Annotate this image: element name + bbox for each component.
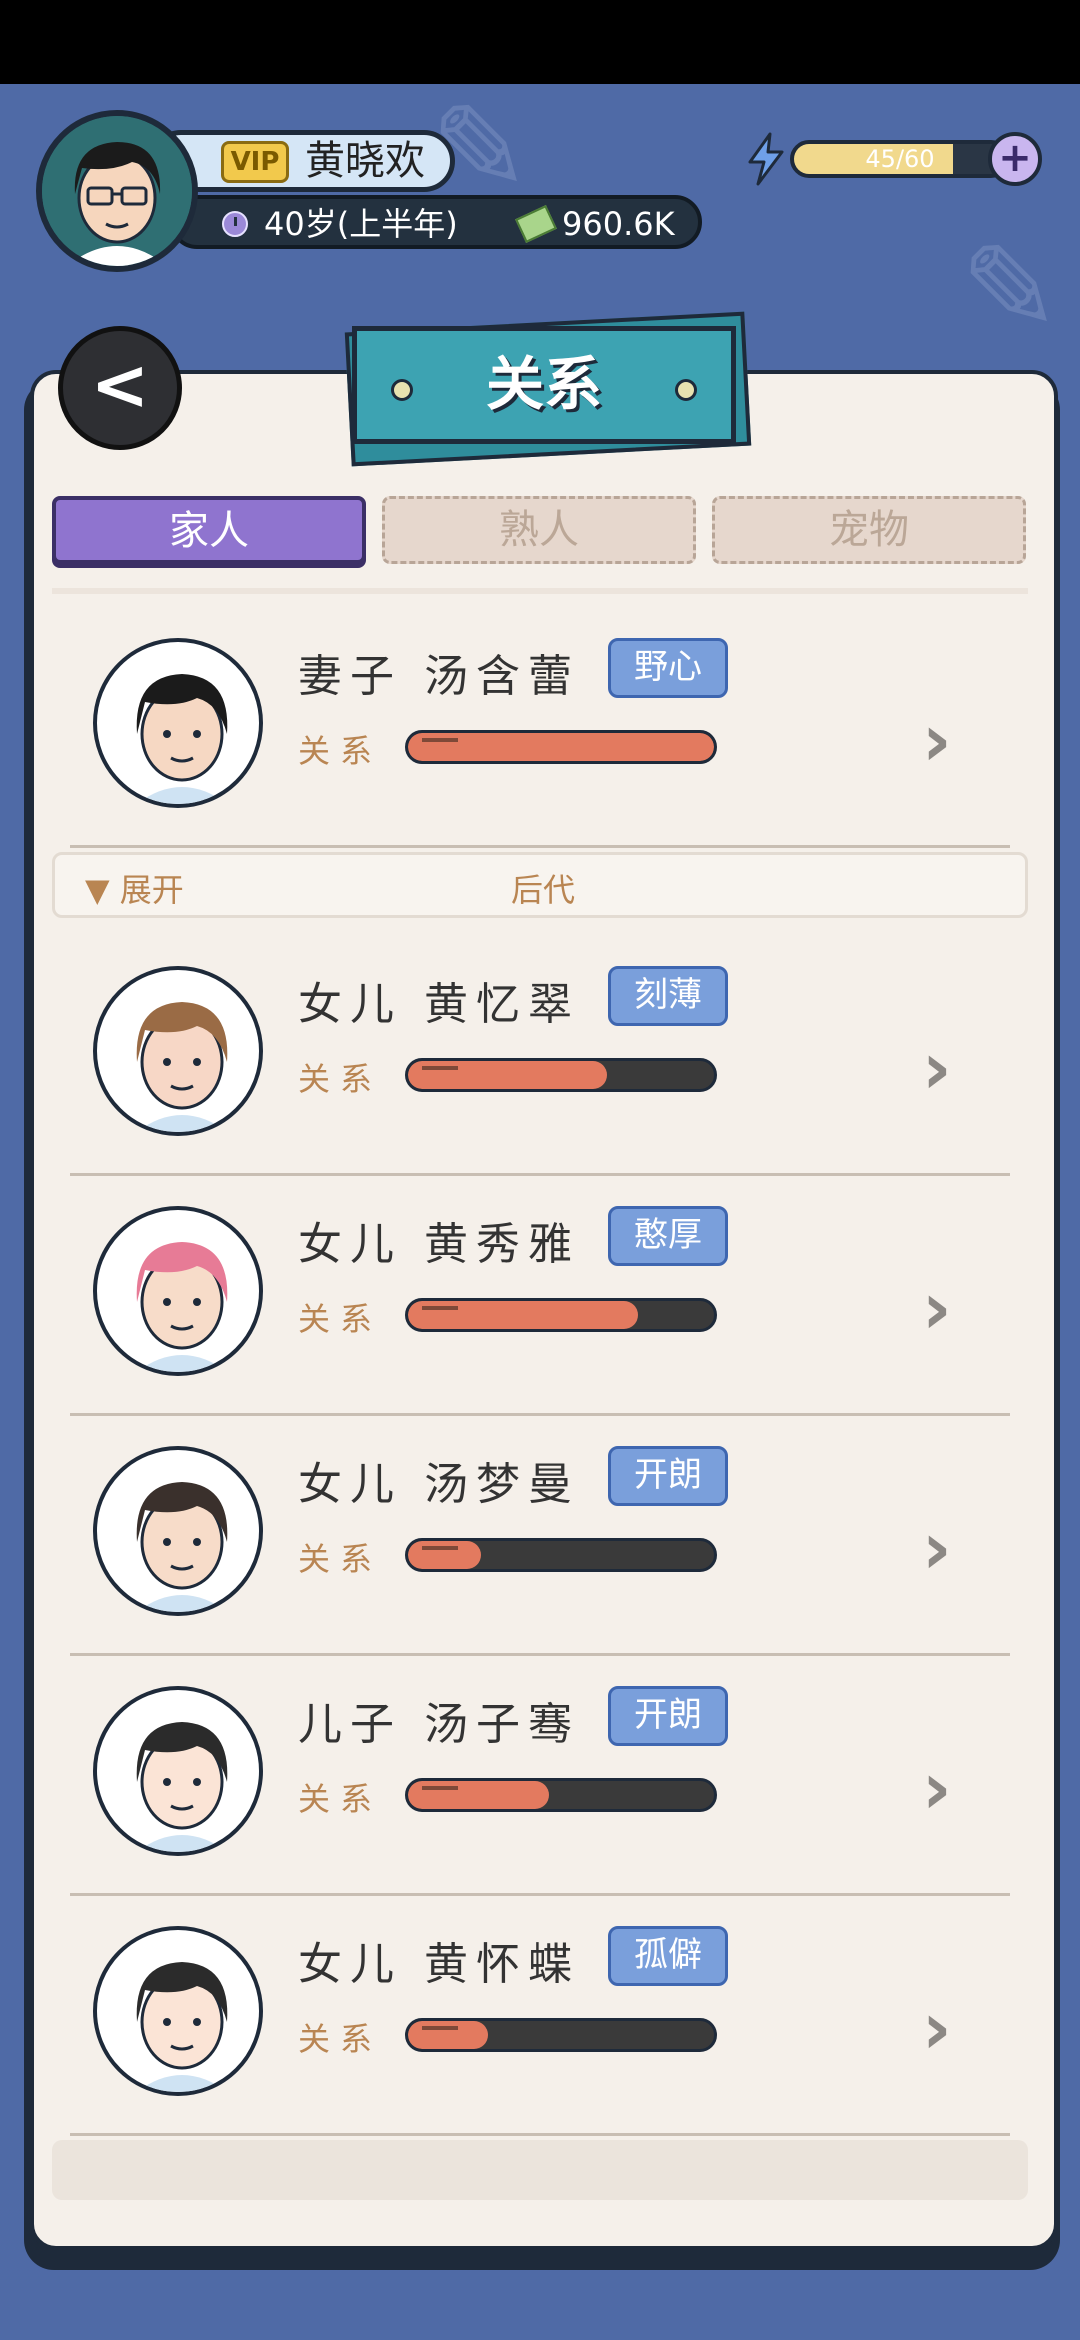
member-role: 儿子 — [298, 1699, 402, 1750]
relation-label: 关系 — [298, 1780, 383, 1818]
expand-descendants-bar[interactable]: ▼ 展开 后代 — [52, 852, 1028, 918]
player-avatar[interactable] — [36, 110, 198, 272]
relation-label: 关系 — [298, 732, 383, 770]
player-money: 960.6K — [562, 205, 675, 243]
relation-bar — [405, 1778, 717, 1812]
member-role: 女儿 — [298, 979, 402, 1030]
tab-family[interactable]: 家人 — [52, 496, 366, 564]
player-info-pill: 40岁(上半年) 960.6K — [170, 195, 702, 249]
member-avatar[interactable] — [93, 1686, 263, 1856]
page-title-text: 关系 — [485, 350, 602, 418]
relation-label: 关系 — [298, 1060, 383, 1098]
relation-bar — [405, 730, 717, 764]
chevron-right-icon[interactable]: › — [922, 1266, 952, 1350]
relation-gloss — [422, 1786, 458, 1790]
chevron-right-icon[interactable]: › — [922, 1746, 952, 1830]
relation-gloss — [422, 1306, 458, 1310]
member-name: 汤含蕾 — [424, 651, 580, 702]
member-avatar[interactable] — [93, 1206, 263, 1376]
page-title: 关系 — [352, 326, 736, 444]
tab-bar: 家人 熟人 宠物 — [52, 496, 1034, 566]
player-age: 40岁(上半年) — [264, 205, 458, 243]
relation-label: 关系 — [298, 2020, 383, 2058]
row-divider — [70, 2133, 1010, 2136]
list-item[interactable]: 女儿 黄秀雅 憨厚 关系 › — [0, 1176, 1080, 1416]
tab-acquaintances[interactable]: 熟人 — [382, 496, 696, 564]
trait-badge: 孤僻 — [608, 1926, 728, 1986]
member-title: 儿子 汤子骞 — [298, 1688, 580, 1752]
member-title: 女儿 黄秀雅 — [298, 1208, 580, 1272]
member-role: 女儿 — [298, 1459, 402, 1510]
player-name: 黄晓欢 — [305, 138, 425, 184]
trait-badge: 开朗 — [608, 1686, 728, 1746]
list-item[interactable]: 女儿 黄怀蝶 孤僻 关系 › — [0, 1896, 1080, 2136]
energy-text: 45/60 — [865, 145, 935, 173]
member-avatar[interactable] — [93, 1926, 263, 2096]
money-icon — [515, 205, 557, 243]
member-role: 女儿 — [298, 1939, 402, 1990]
status-bar — [0, 0, 1080, 84]
relation-gloss — [422, 738, 458, 742]
member-avatar[interactable] — [93, 966, 263, 1136]
pin-icon — [675, 379, 697, 401]
member-avatar[interactable] — [93, 638, 263, 808]
back-button[interactable]: < — [58, 326, 182, 450]
relation-label: 关系 — [298, 1540, 383, 1578]
relation-bar — [405, 2018, 717, 2052]
clock-icon — [222, 211, 248, 237]
member-name: 黄忆翠 — [424, 979, 580, 1030]
add-energy-button[interactable]: + — [988, 132, 1042, 186]
member-role: 妻子 — [298, 651, 402, 702]
trait-badge: 开朗 — [608, 1446, 728, 1506]
energy-bolt-icon — [748, 132, 784, 186]
chevron-right-icon[interactable]: › — [922, 1506, 952, 1590]
trait-badge: 野心 — [608, 638, 728, 698]
background-doodle: ✎ — [960, 220, 1061, 359]
section-label: 后代 — [510, 871, 575, 909]
list-item[interactable]: 女儿 黄忆翠 刻薄 关系 › — [0, 936, 1080, 1176]
member-title: 女儿 黄怀蝶 — [298, 1928, 580, 1992]
vip-badge: VIP — [221, 141, 289, 183]
member-name: 黄秀雅 — [424, 1219, 580, 1270]
pin-icon — [391, 379, 413, 401]
member-name: 汤子骞 — [424, 1699, 580, 1750]
relation-gloss — [422, 1546, 458, 1550]
list-item[interactable]: 女儿 汤梦曼 开朗 关系 › — [0, 1416, 1080, 1656]
member-name: 汤梦曼 — [424, 1459, 580, 1510]
trait-badge: 刻薄 — [608, 966, 728, 1026]
member-avatar[interactable] — [93, 1446, 263, 1616]
row-divider — [70, 845, 1010, 848]
relation-gloss — [422, 1066, 458, 1070]
list-item[interactable]: 儿子 汤子骞 开朗 关系 › — [0, 1656, 1080, 1896]
relation-label: 关系 — [298, 1300, 383, 1338]
member-title: 女儿 汤梦曼 — [298, 1448, 580, 1512]
tab-pets[interactable]: 宠物 — [712, 496, 1026, 564]
trait-badge: 憨厚 — [608, 1206, 728, 1266]
energy-bar: 45/60 — [790, 140, 1010, 178]
relation-bar — [405, 1058, 717, 1092]
divider — [52, 588, 1028, 594]
member-role: 女儿 — [298, 1219, 402, 1270]
chevron-right-icon[interactable]: › — [922, 1026, 952, 1110]
relation-bar — [405, 1538, 717, 1572]
chevron-right-icon[interactable]: › — [922, 1986, 952, 2070]
relation-gloss — [422, 2026, 458, 2030]
member-title: 女儿 黄忆翠 — [298, 968, 580, 1032]
relation-bar — [405, 1298, 717, 1332]
list-item[interactable]: 妻子 汤含蕾 野心 关系 › — [0, 608, 1080, 848]
list-item-partial — [52, 2140, 1028, 2200]
member-title: 妻子 汤含蕾 — [298, 640, 580, 704]
chevron-right-icon[interactable]: › — [922, 698, 952, 782]
member-name: 黄怀蝶 — [424, 1939, 580, 1990]
